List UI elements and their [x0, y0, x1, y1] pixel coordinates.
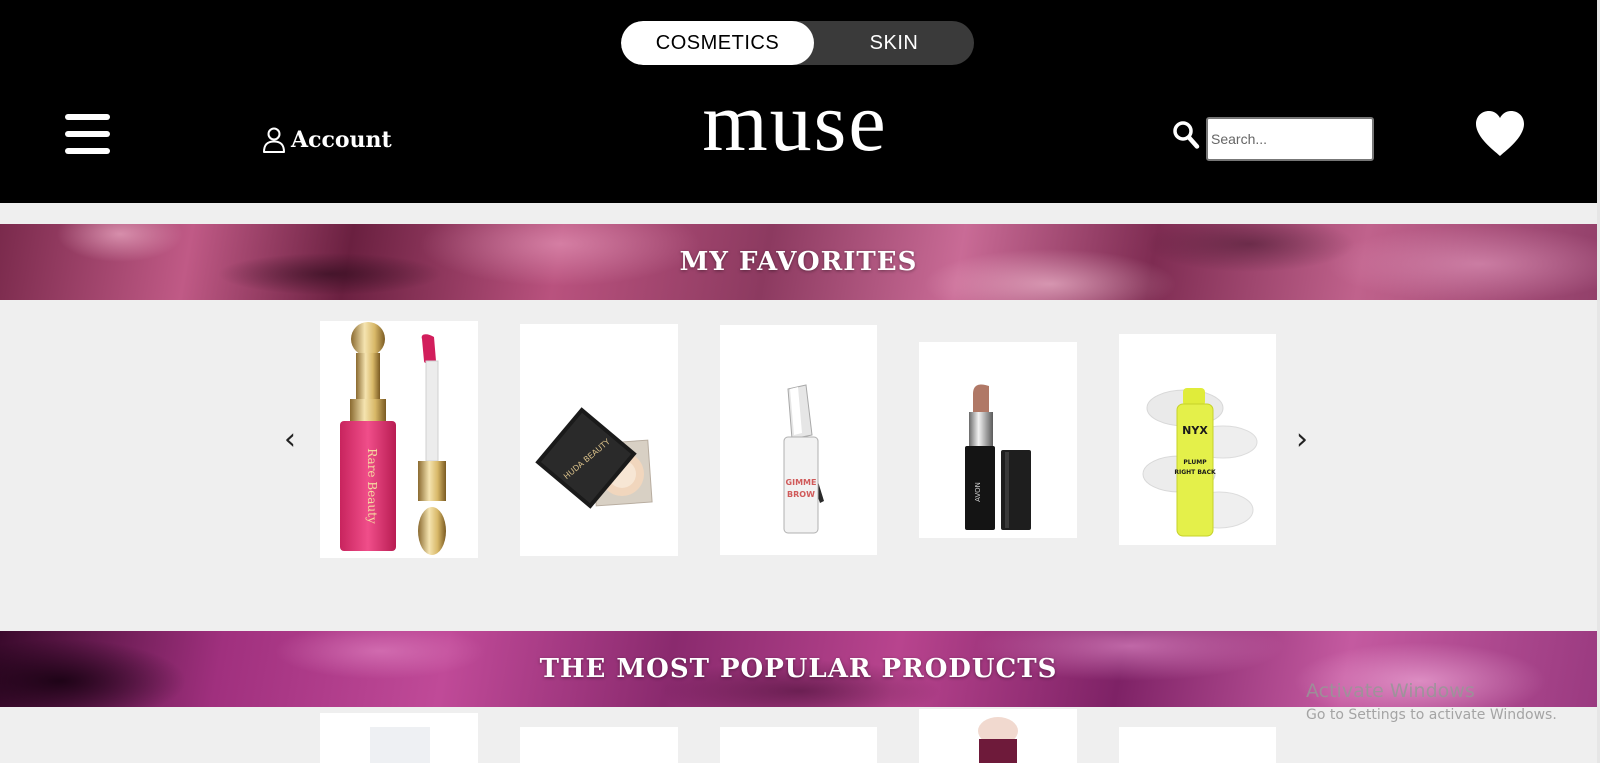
account-link[interactable]: Account: [262, 124, 392, 156]
svg-text:BROW: BROW: [787, 490, 815, 499]
account-label: Account: [291, 127, 392, 153]
favorites-banner: MY FAVORITES: [0, 224, 1597, 300]
menu-icon-bar: [65, 131, 110, 137]
search-input[interactable]: [1206, 117, 1374, 161]
site-header: COSMETICS SKIN Account muse: [0, 0, 1597, 203]
popular-product-image: [370, 727, 430, 763]
favorites-title: MY FAVORITES: [679, 247, 918, 277]
watermark-subtitle: Go to Settings to activate Windows.: [1306, 707, 1557, 723]
menu-icon-bar: [65, 148, 110, 154]
svg-text:Rare Beauty: Rare Beauty: [365, 448, 379, 524]
heart-icon[interactable]: [1474, 110, 1526, 158]
svg-text:RIGHT BACK: RIGHT BACK: [1174, 469, 1216, 476]
category-toggle[interactable]: COSMETICS SKIN: [621, 21, 974, 65]
popular-product-card[interactable]: [1119, 727, 1276, 763]
product-card-lipstick[interactable]: AVON: [919, 342, 1077, 538]
page: COSMETICS SKIN Account muse MY FAVORITES: [0, 0, 1600, 763]
popular-product-card[interactable]: [520, 727, 678, 763]
blush-product-image: Rare Beauty: [340, 322, 446, 555]
toggle-cosmetics[interactable]: COSMETICS: [621, 21, 814, 65]
popular-product-card[interactable]: [320, 713, 478, 763]
popular-product-card[interactable]: [720, 727, 877, 763]
menu-icon[interactable]: [65, 114, 110, 154]
search-icon[interactable]: [1172, 120, 1200, 150]
svg-text:PLUMP: PLUMP: [1183, 459, 1207, 466]
popular-product-image: [978, 717, 1018, 763]
site-logo[interactable]: muse: [660, 78, 930, 168]
svg-text:GIMME: GIMME: [786, 478, 817, 487]
svg-text:NYX: NYX: [1182, 424, 1208, 437]
toggle-skin[interactable]: SKIN: [814, 21, 974, 65]
powder-product-image: HUDA BEAUTY: [535, 407, 653, 509]
activate-windows-watermark: Activate Windows Go to Settings to activ…: [1306, 679, 1557, 725]
serum-product-image: NYX PLUMP RIGHT BACK: [1142, 388, 1258, 537]
product-card-powder[interactable]: HUDA BEAUTY: [520, 324, 678, 556]
product-card-brow-gel[interactable]: GIMME BROW: [720, 325, 877, 555]
user-icon: [263, 127, 285, 153]
svg-text:AVON: AVON: [974, 482, 982, 502]
product-card-blush[interactable]: Rare Beauty: [320, 321, 478, 558]
brow-gel-product-image: GIMME BROW: [783, 384, 824, 534]
product-card-serum[interactable]: NYX PLUMP RIGHT BACK: [1119, 334, 1276, 545]
carousel-next-arrow[interactable]: ›: [1296, 425, 1308, 455]
watermark-title: Activate Windows: [1306, 680, 1475, 702]
popular-product-card[interactable]: [919, 709, 1077, 763]
lipstick-product-image: AVON: [965, 384, 1031, 530]
carousel-prev-arrow[interactable]: ‹: [284, 425, 296, 455]
menu-icon-bar: [65, 114, 110, 120]
